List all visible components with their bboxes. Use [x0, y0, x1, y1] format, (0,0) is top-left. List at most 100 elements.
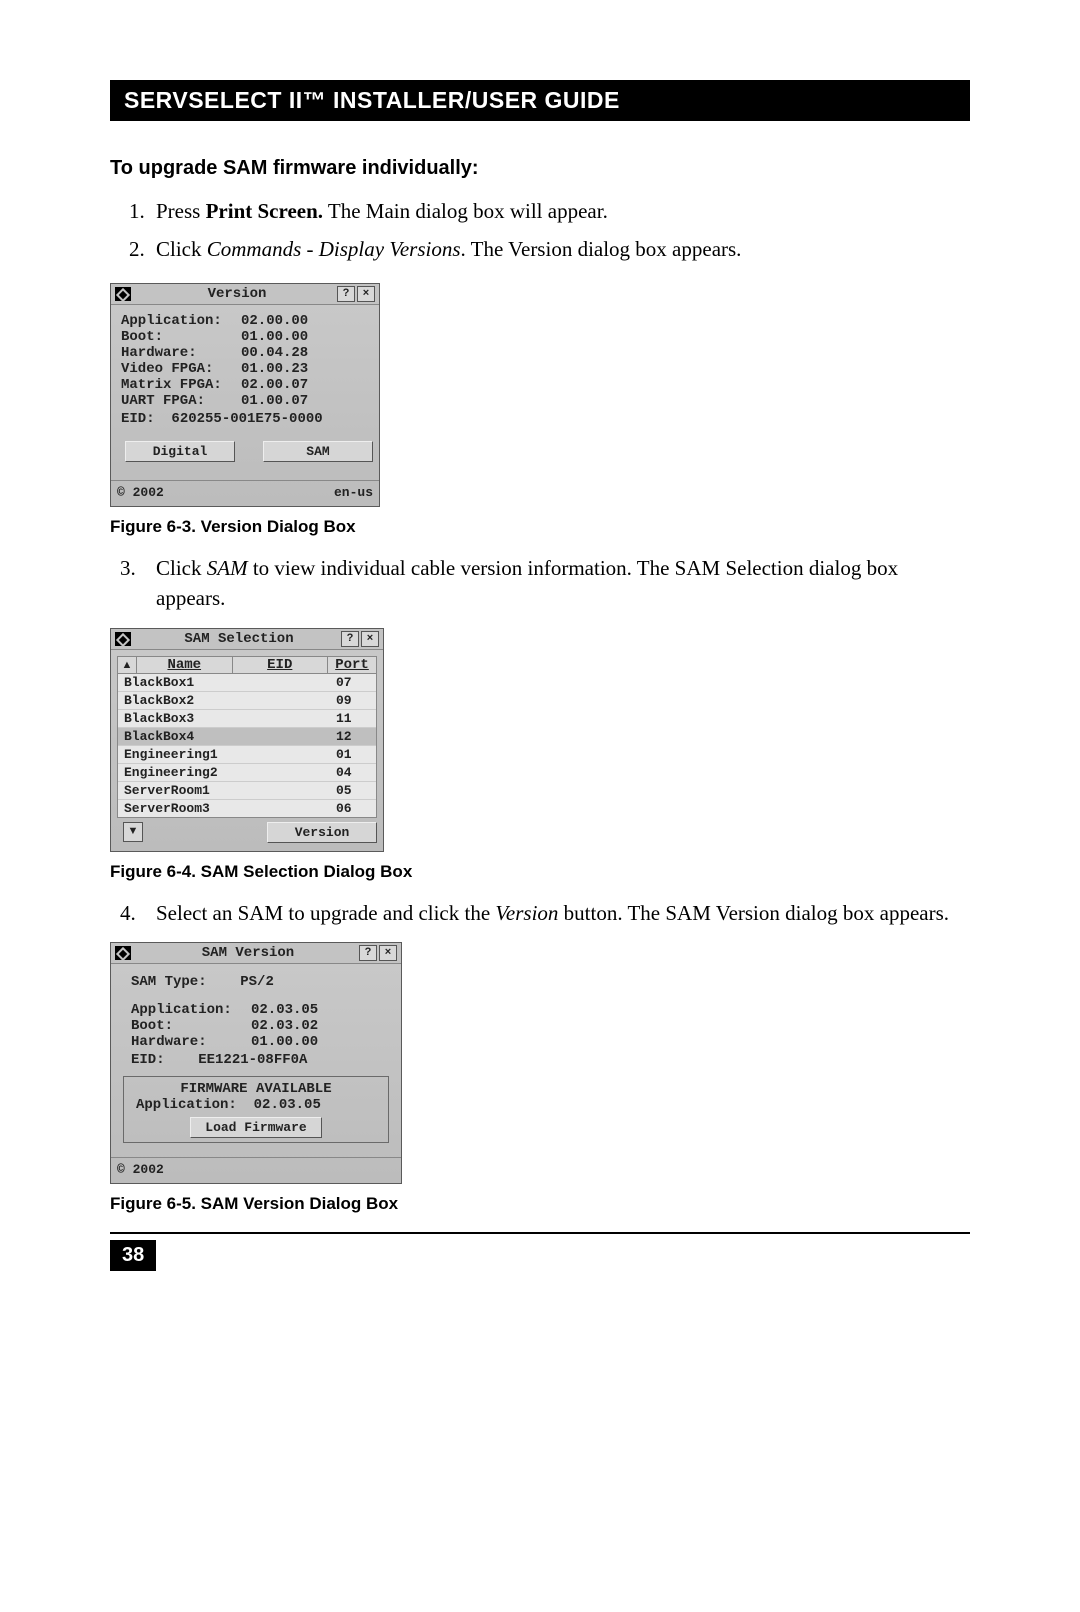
- cell-name: Engineering2: [118, 765, 228, 780]
- column-port[interactable]: Port: [328, 657, 376, 673]
- table-row[interactable]: Engineering101: [118, 746, 376, 764]
- label-sam-type: SAM Type:: [131, 974, 207, 990]
- value-sv-application: 02.03.05: [251, 1002, 318, 1018]
- version-locale: en-us: [334, 485, 373, 500]
- cell-port: 01: [332, 747, 376, 762]
- value-application: 02.00.00: [241, 313, 308, 329]
- cell-name: ServerRoom3: [118, 801, 228, 816]
- label-hardware: Hardware:: [121, 345, 241, 361]
- table-row[interactable]: BlackBox1 07: [118, 674, 376, 692]
- cell-eid: [228, 783, 332, 798]
- sam-selection-table: BlackBox1 07 BlackBox2 09 BlackBox311 Blac…: [117, 674, 377, 818]
- cell-port: 09: [332, 693, 376, 708]
- sort-down-icon[interactable]: ▼: [123, 822, 143, 842]
- cell-port: 12: [332, 729, 376, 744]
- cell-port: 05: [332, 783, 376, 798]
- table-row[interactable]: ServerRoom1 05: [118, 782, 376, 800]
- value-uart-fpga: 01.00.07: [241, 393, 308, 409]
- value-video-fpga: 01.00.23: [241, 361, 308, 377]
- step-1-post: The Main dialog box will appear.: [323, 199, 608, 223]
- value-hardware: 00.04.28: [241, 345, 308, 361]
- step-4-number: 4.: [120, 898, 136, 928]
- firmware-header: FIRMWARE AVAILABLE: [130, 1081, 382, 1097]
- value-fw-application: 02.03.05: [254, 1097, 321, 1113]
- close-button[interactable]: ×: [379, 945, 397, 961]
- version-button[interactable]: Version: [267, 822, 377, 843]
- label-sv-hardware: Hardware:: [131, 1034, 251, 1050]
- label-matrix-fpga: Matrix FPGA:: [121, 377, 241, 393]
- digital-button[interactable]: Digital: [125, 441, 235, 462]
- value-matrix-fpga: 02.00.07: [241, 377, 308, 393]
- system-menu-icon[interactable]: [115, 287, 131, 301]
- cell-name: BlackBox1: [118, 675, 228, 690]
- firmware-panel: FIRMWARE AVAILABLE Application: 02.03.05…: [123, 1076, 389, 1143]
- cell-eid: [228, 801, 332, 816]
- figure-6-3-caption: Figure 6-3. Version Dialog Box: [110, 517, 970, 537]
- page-number: 38: [110, 1240, 156, 1271]
- document-page: SERVSELECT II™ INSTALLER/USER GUIDE To u…: [0, 0, 1080, 1612]
- sam-selection-title: SAM Selection: [137, 631, 341, 647]
- step-3-number: 3.: [120, 553, 136, 583]
- value-sam-type: PS/2: [240, 974, 274, 990]
- table-row[interactable]: BlackBox2 09: [118, 692, 376, 710]
- column-eid[interactable]: EID: [233, 657, 329, 673]
- step-2-pre: Click: [156, 237, 207, 261]
- cell-port: 06: [332, 801, 376, 816]
- load-firmware-button[interactable]: Load Firmware: [190, 1117, 321, 1138]
- label-video-fpga: Video FPGA:: [121, 361, 241, 377]
- sort-up-icon[interactable]: ▲: [118, 657, 137, 673]
- help-button[interactable]: ?: [359, 945, 377, 961]
- close-button[interactable]: ×: [361, 631, 379, 647]
- value-sv-boot: 02.03.02: [251, 1018, 318, 1034]
- step-1-bold: Print Screen.: [206, 199, 323, 223]
- system-menu-icon[interactable]: [115, 632, 131, 646]
- system-menu-icon[interactable]: [115, 946, 131, 960]
- section-heading: To upgrade SAM firmware individually:: [110, 157, 970, 180]
- sam-version-titlebar: SAM Version ? ×: [111, 943, 401, 964]
- sam-version-title: SAM Version: [137, 945, 359, 961]
- step-4-pre: Select an SAM to upgrade and click the: [156, 901, 495, 925]
- step-1-pre: Press: [156, 199, 206, 223]
- step-4-italic: Version: [495, 901, 558, 925]
- page-header-bar: SERVSELECT II™ INSTALLER/USER GUIDE: [110, 80, 970, 121]
- label-eid: EID:: [121, 411, 155, 427]
- table-row[interactable]: ServerRoom3 06: [118, 800, 376, 817]
- sam-selection-titlebar: SAM Selection ? ×: [111, 629, 383, 650]
- version-dialog-body: Application:02.00.00 Boot:01.00.00 Hardw…: [111, 305, 379, 480]
- footer-rule: [110, 1232, 970, 1234]
- label-fw-application: Application:: [136, 1097, 237, 1113]
- figure-6-5-caption: Figure 6-5. SAM Version Dialog Box: [110, 1194, 970, 1214]
- value-eid: 620255-001E75-0000: [171, 411, 322, 427]
- help-button[interactable]: ?: [341, 631, 359, 647]
- sam-version-copyright: © 2002: [111, 1157, 401, 1183]
- table-row[interactable]: BlackBox311: [118, 710, 376, 728]
- step-list-4: 4. Select an SAM to upgrade and click th…: [110, 898, 970, 928]
- step-2-italic: Commands - Display Versions: [207, 237, 461, 261]
- figure-6-4-caption: Figure 6-4. SAM Selection Dialog Box: [110, 862, 970, 882]
- table-row[interactable]: Engineering2 04: [118, 764, 376, 782]
- sam-button[interactable]: SAM: [263, 441, 373, 462]
- cell-name: BlackBox2: [118, 693, 228, 708]
- step-3: 3. Click SAM to view individual cable ve…: [150, 553, 970, 614]
- step-list-3: 3. Click SAM to view individual cable ve…: [110, 553, 970, 614]
- version-copyright: © 2002: [117, 485, 164, 500]
- cell-eid: [228, 747, 332, 762]
- step-list-1-2: Press Print Screen. The Main dialog box …: [110, 196, 970, 265]
- step-2: Click Commands - Display Versions. The V…: [150, 234, 970, 264]
- table-row[interactable]: BlackBox412: [118, 728, 376, 746]
- cell-port: 07: [332, 675, 376, 690]
- label-sv-application: Application:: [131, 1002, 251, 1018]
- help-button[interactable]: ?: [337, 286, 355, 302]
- step-3-italic: SAM: [207, 556, 248, 580]
- value-sv-hardware: 01.00.00: [251, 1034, 318, 1050]
- cell-name: ServerRoom1: [118, 783, 228, 798]
- label-application: Application:: [121, 313, 241, 329]
- cell-name: BlackBox3: [118, 711, 228, 726]
- close-button[interactable]: ×: [357, 286, 375, 302]
- label-boot: Boot:: [121, 329, 241, 345]
- step-4: 4. Select an SAM to upgrade and click th…: [150, 898, 970, 928]
- column-name[interactable]: Name: [137, 657, 233, 673]
- cell-port: 04: [332, 765, 376, 780]
- cell-eid: [228, 675, 332, 690]
- sam-version-dialog: SAM Version ? × SAM Type: PS/2 Applicati…: [110, 942, 402, 1184]
